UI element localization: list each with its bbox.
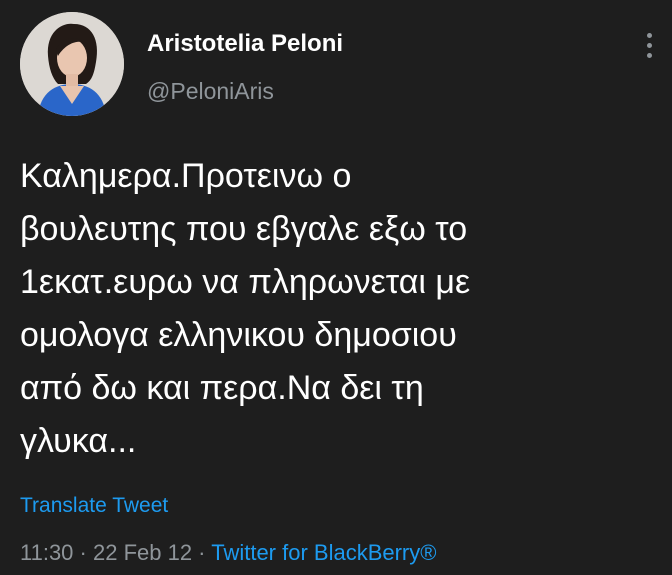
dot (646, 33, 652, 38)
translate-tweet-link[interactable]: Translate Tweet (20, 494, 168, 518)
author-handle[interactable]: @PeloniAris (147, 78, 274, 105)
vertical-ellipsis-icon[interactable] (644, 33, 654, 63)
tweet-metadata: 11:30 · 22 Feb 12 · Twitter for BlackBer… (20, 540, 436, 566)
author-display-name[interactable]: Aristotelia Peloni (147, 30, 343, 58)
meta-separator: · (192, 540, 212, 565)
tweet-time: 11:30 (20, 540, 74, 565)
profile-photo-icon (20, 12, 124, 116)
dot (646, 43, 652, 48)
tweet-source-link[interactable]: Twitter for BlackBerry® (211, 540, 436, 565)
tweet-card: Aristotelia Peloni @PeloniAris Καλημερα.… (0, 0, 672, 575)
tweet-text: Καλημερα.Προτεινω ο βουλευτης που εβγαλε… (20, 157, 471, 460)
author-avatar[interactable] (20, 12, 124, 116)
dot (646, 53, 652, 58)
tweet-date: 22 Feb 12 (92, 540, 193, 565)
meta-separator: · (73, 540, 93, 565)
